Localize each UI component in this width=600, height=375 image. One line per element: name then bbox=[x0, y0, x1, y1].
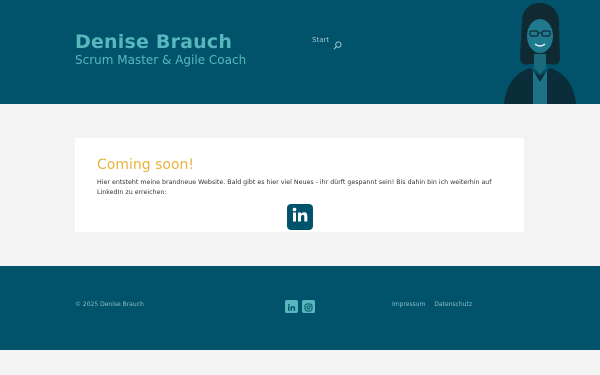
linkedin-icon bbox=[291, 206, 309, 228]
copyright-text: © 2025 Denise Brauch bbox=[75, 301, 144, 308]
footer-links: Impressum Datenschutz bbox=[392, 301, 472, 308]
datenschutz-link[interactable]: Datenschutz bbox=[434, 301, 472, 308]
main-nav: Start bbox=[312, 35, 342, 50]
portrait-photo bbox=[500, 0, 580, 104]
nav-item-start[interactable]: Start bbox=[312, 36, 329, 44]
linkedin-icon bbox=[287, 297, 296, 316]
coming-soon-heading: Coming soon! bbox=[97, 157, 194, 173]
impressum-link[interactable]: Impressum bbox=[392, 301, 425, 308]
footer-instagram-button[interactable] bbox=[302, 300, 315, 313]
footer-linkedin-button[interactable] bbox=[285, 300, 298, 313]
content-card: Coming soon! Hier entsteht meine brandne… bbox=[75, 138, 524, 232]
site-header: Denise Brauch Scrum Master & Agile Coach… bbox=[0, 0, 600, 104]
linkedin-button[interactable] bbox=[287, 204, 313, 230]
site-footer: © 2025 Denise Brauch Impressum Datenschu… bbox=[0, 266, 600, 350]
social-links bbox=[285, 300, 315, 313]
site-subtitle: Scrum Master & Agile Coach bbox=[75, 53, 247, 67]
instagram-icon bbox=[304, 297, 313, 316]
intro-text: Hier entsteht meine brandneue Website. B… bbox=[97, 179, 492, 196]
site-title[interactable]: Denise Brauch bbox=[75, 31, 232, 53]
bottom-strip bbox=[0, 350, 600, 375]
search-icon[interactable] bbox=[333, 35, 342, 50]
